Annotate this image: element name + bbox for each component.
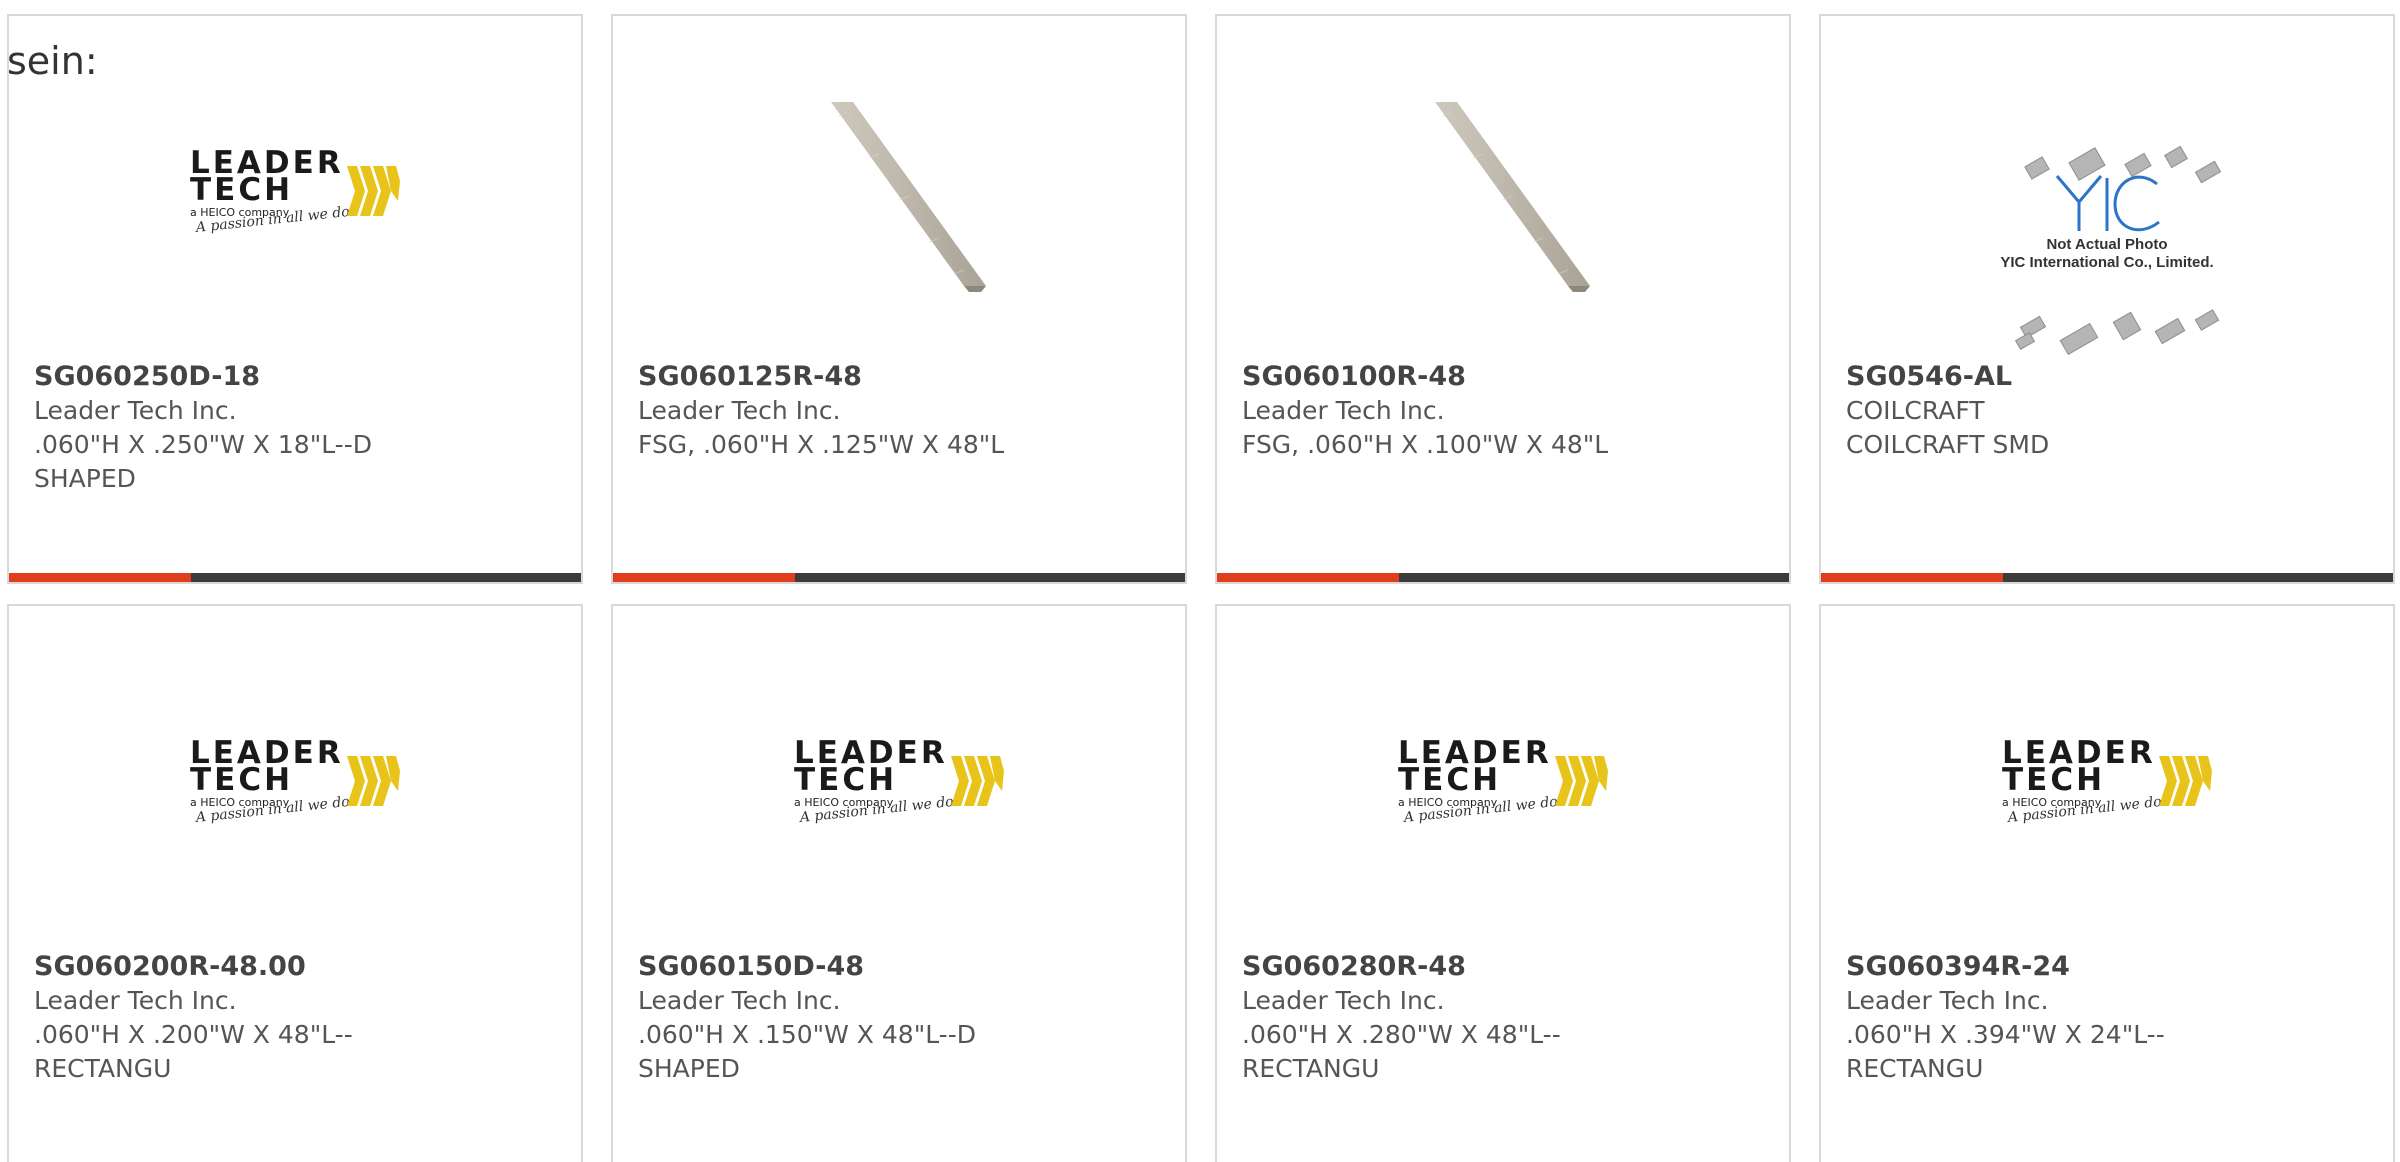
card-bottom-bar (9, 573, 581, 582)
card-bottom-bar-accent (613, 573, 795, 582)
gasket-strip-image (1435, 102, 1590, 292)
manufacturer: Leader Tech Inc. (34, 396, 237, 425)
product-description: .060"H X .250"W X 18"L--D SHAPED (34, 430, 372, 493)
product-card[interactable]: LEADER TECH a HEICO company A passion in… (1819, 604, 2395, 1162)
card-bottom-bar-accent (1821, 573, 2003, 582)
product-image[interactable]: LEADER TECH a HEICO company A passion in… (9, 76, 581, 316)
product-card[interactable]: SG060100R-48 Leader Tech Inc. FSG, .060"… (1215, 14, 1791, 584)
leadertech-logo: LEADER TECH a HEICO company A passion in… (794, 738, 1004, 838)
product-card[interactable]: SG060125R-48 Leader Tech Inc. FSG, .060"… (611, 14, 1187, 584)
part-number[interactable]: SG060394R-24 (1846, 950, 2373, 984)
product-info: SG060280R-48 Leader Tech Inc. .060"H X .… (1242, 950, 1769, 1086)
part-number[interactable]: SG060200R-48.00 (34, 950, 561, 984)
manufacturer: Leader Tech Inc. (1242, 396, 1445, 425)
intro-text: sein: (7, 39, 98, 83)
product-card[interactable]: LEADER TECH a HEICO company A passion in… (1215, 604, 1791, 1162)
product-description: COILCRAFT SMD (1846, 430, 2050, 459)
product-image[interactable]: Not Actual Photo YIC International Co., … (1821, 76, 2393, 356)
product-card[interactable]: Not Actual Photo YIC International Co., … (1819, 14, 2395, 584)
product-image[interactable]: LEADER TECH a HEICO company A passion in… (9, 666, 581, 906)
product-image[interactable] (1217, 76, 1789, 316)
manufacturer: COILCRAFT (1846, 396, 1985, 425)
product-description: .060"H X .150"W X 48"L--D SHAPED (638, 1020, 976, 1083)
manufacturer: Leader Tech Inc. (638, 396, 841, 425)
part-number[interactable]: SG060100R-48 (1242, 360, 1769, 394)
manufacturer: Leader Tech Inc. (34, 986, 237, 1015)
gasket-strip-image (831, 102, 986, 292)
card-bottom-bar (613, 573, 1185, 582)
card-bottom-bar (1821, 573, 2393, 582)
card-bottom-bar-accent (9, 573, 191, 582)
product-info: SG060100R-48 Leader Tech Inc. FSG, .060"… (1242, 360, 1769, 462)
leadertech-logo: LEADER TECH a HEICO company A passion in… (1398, 738, 1608, 838)
product-card[interactable]: LEADER TECH a HEICO company A passion in… (7, 14, 583, 584)
product-image[interactable]: LEADER TECH a HEICO company A passion in… (613, 666, 1185, 906)
part-number[interactable]: SG060150D-48 (638, 950, 1165, 984)
product-description: FSG, .060"H X .125"W X 48"L (638, 430, 1005, 459)
product-description: .060"H X .394"W X 24"L-- RECTANGU (1846, 1020, 2165, 1083)
manufacturer: Leader Tech Inc. (1846, 986, 2049, 1015)
product-image[interactable] (613, 76, 1185, 316)
part-number[interactable]: SG060250D-18 (34, 360, 561, 394)
product-info: SG060150D-48 Leader Tech Inc. .060"H X .… (638, 950, 1165, 1086)
card-bottom-bar (1217, 573, 1789, 582)
product-image[interactable]: LEADER TECH a HEICO company A passion in… (1217, 666, 1789, 906)
product-description: .060"H X .200"W X 48"L-- RECTANGU (34, 1020, 353, 1083)
leadertech-logo: LEADER TECH a HEICO company A passion in… (190, 148, 400, 248)
product-info: SG060250D-18 Leader Tech Inc. .060"H X .… (34, 360, 561, 496)
product-description: .060"H X .280"W X 48"L-- RECTANGU (1242, 1020, 1561, 1083)
manufacturer: Leader Tech Inc. (638, 986, 841, 1015)
product-info: SG0546-AL COILCRAFT COILCRAFT SMD (1846, 360, 2373, 462)
product-card[interactable]: LEADER TECH a HEICO company A passion in… (7, 604, 583, 1162)
manufacturer: Leader Tech Inc. (1242, 986, 1445, 1015)
product-info: SG060200R-48.00 Leader Tech Inc. .060"H … (34, 950, 561, 1086)
leadertech-logo: LEADER TECH a HEICO company A passion in… (2002, 738, 2212, 838)
yic-placeholder-image: Not Actual Photo YIC International Co., … (1957, 106, 2257, 366)
card-bottom-bar-accent (1217, 573, 1399, 582)
product-info: SG060125R-48 Leader Tech Inc. FSG, .060"… (638, 360, 1165, 462)
product-image[interactable]: LEADER TECH a HEICO company A passion in… (1821, 666, 2393, 906)
part-number[interactable]: SG0546-AL (1846, 360, 2373, 394)
product-info: SG060394R-24 Leader Tech Inc. .060"H X .… (1846, 950, 2373, 1086)
part-number[interactable]: SG060125R-48 (638, 360, 1165, 394)
part-number[interactable]: SG060280R-48 (1242, 950, 1769, 984)
product-card[interactable]: LEADER TECH a HEICO company A passion in… (611, 604, 1187, 1162)
product-description: FSG, .060"H X .100"W X 48"L (1242, 430, 1609, 459)
leadertech-logo: LEADER TECH a HEICO company A passion in… (190, 738, 400, 838)
product-grid-page: sein: LEADER TECH a HEICO company A pass… (0, 0, 2400, 1162)
